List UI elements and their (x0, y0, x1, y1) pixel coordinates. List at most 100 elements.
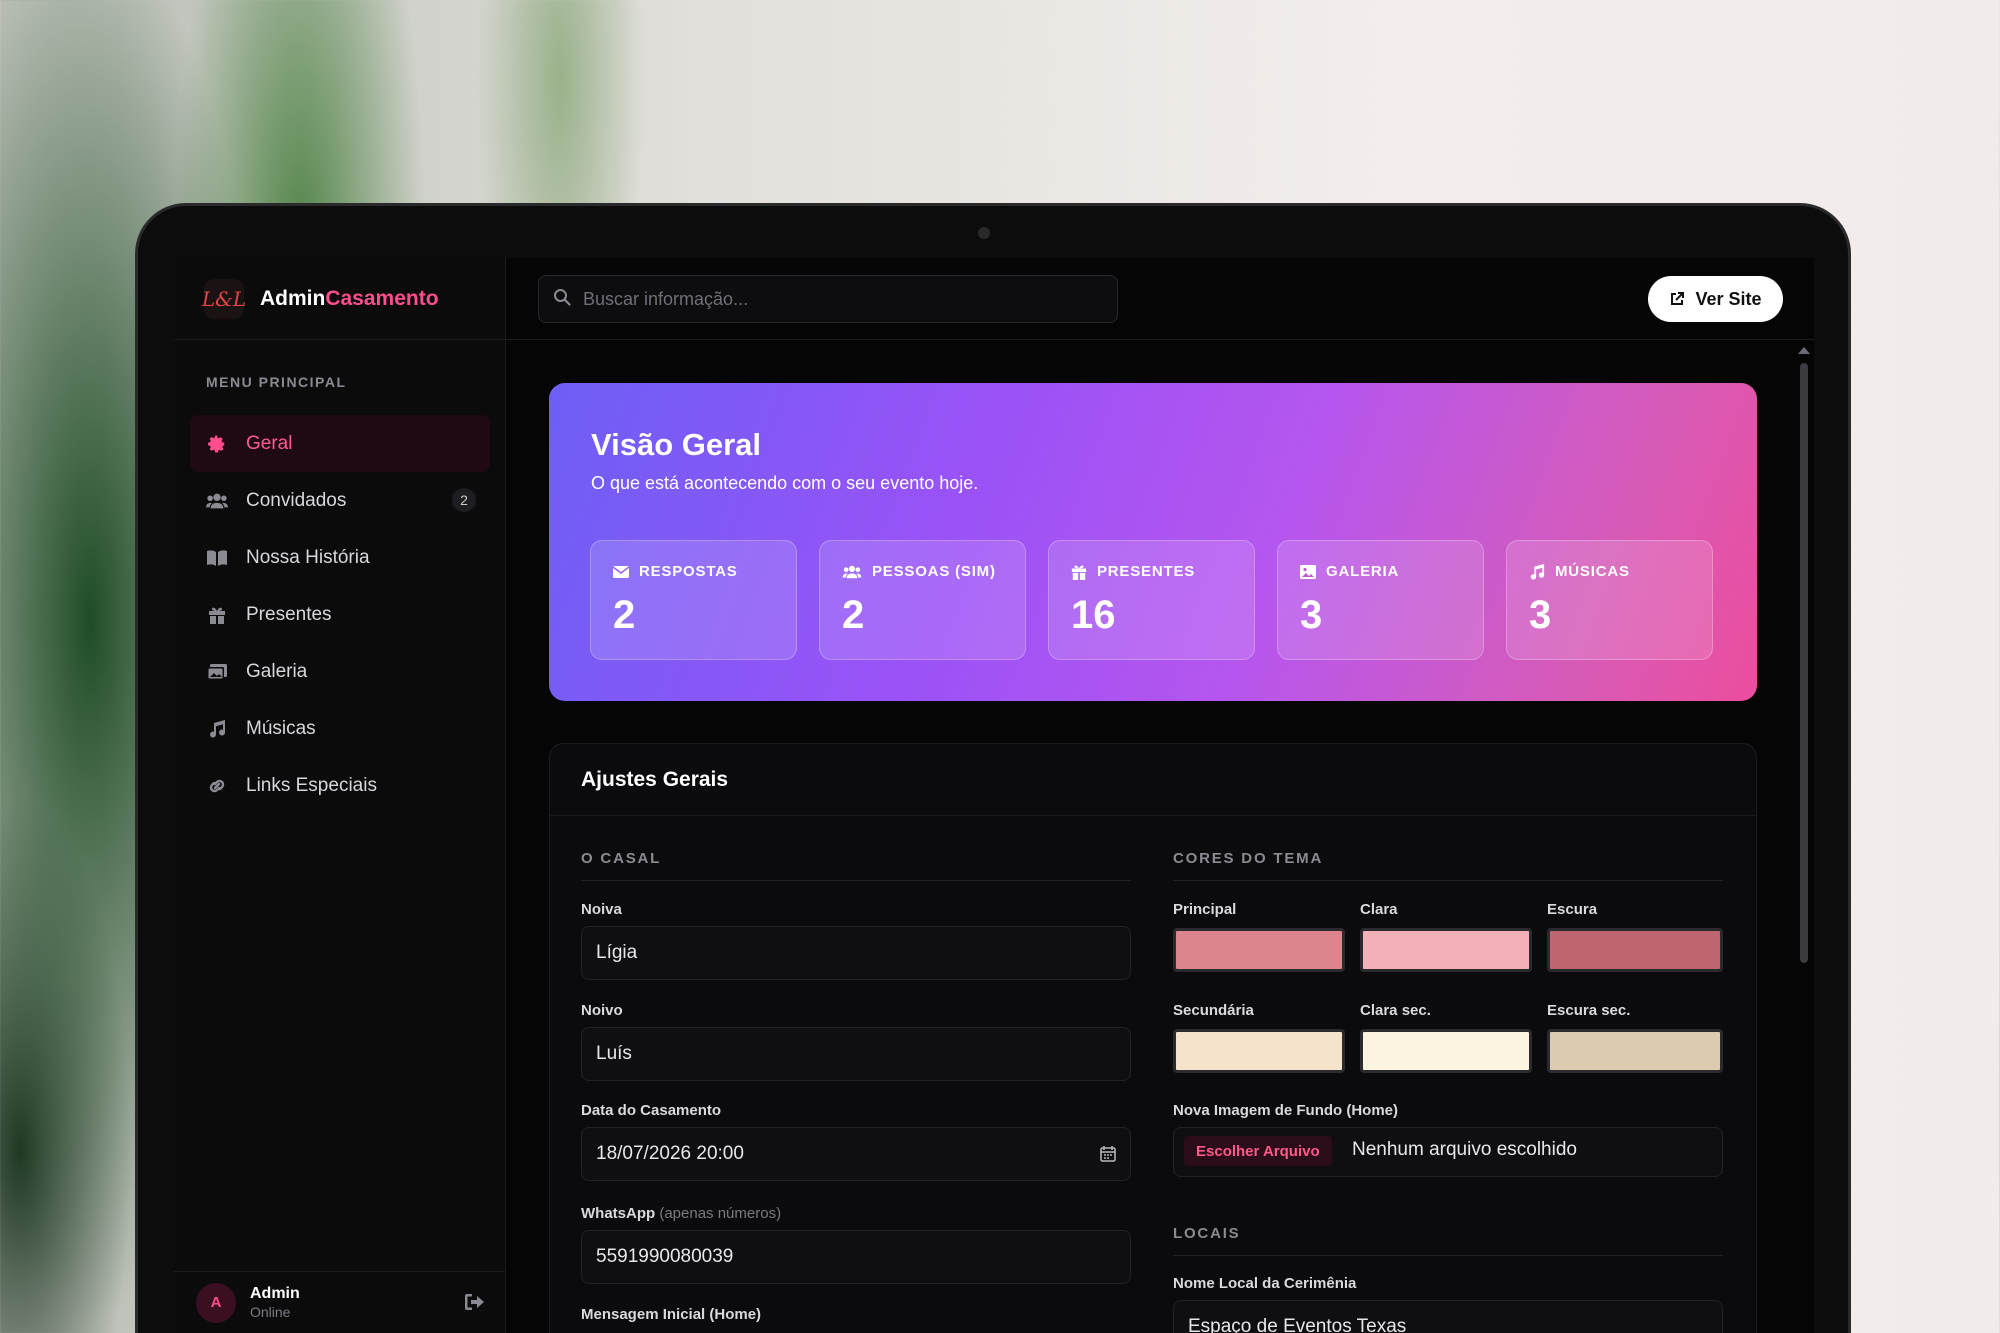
top-header: Ver Site (506, 258, 1814, 340)
noiva-label: Noiva (581, 901, 622, 918)
camera-icon (978, 227, 990, 239)
stat-value: 3 (1300, 593, 1323, 637)
panel-header: Ajustes Gerais (550, 744, 1756, 816)
user-status: Online (250, 1303, 291, 1320)
avatar: A (196, 1282, 236, 1323)
search-input[interactable] (583, 288, 1103, 310)
color-swatch-escura-sec[interactable] (1547, 1029, 1723, 1073)
sidebar-item-convidados[interactable]: Convidados 2 (190, 472, 490, 529)
noiva-value: Lígia (596, 942, 638, 963)
noivo-label: Noivo (581, 1002, 623, 1019)
user-info: Admin Online (250, 1285, 300, 1321)
brand[interactable]: L&L AdminCasamento (174, 258, 506, 340)
stat-label: RESPOSTAS (613, 563, 738, 580)
stat-label-text: GALERIA (1326, 563, 1400, 580)
choose-file-button[interactable]: Escolher Arquivo (1184, 1136, 1332, 1166)
overview-card: Visão Geral O que está acontecendo com o… (549, 383, 1757, 701)
sidebar-nav: Geral Convidados 2 Nossa História Presen… (190, 415, 490, 814)
stat-label-text: PRESENTES (1097, 563, 1196, 580)
stat-label-text: PESSOAS (SIM) (872, 563, 996, 580)
app-screen: L&L AdminCasamento MENU PRINCIPAL Geral … (174, 258, 1814, 1333)
sidebar-item-links-especiais[interactable]: Links Especiais (190, 757, 490, 814)
section-divider (581, 880, 1131, 881)
noivo-field[interactable]: Luís (581, 1027, 1131, 1081)
section-divider (1173, 880, 1723, 881)
whatsapp-label: WhatsApp (apenas números) (581, 1205, 781, 1222)
stat-pessoas[interactable]: PESSOAS (SIM) 2 (819, 540, 1026, 660)
sidebar-item-label: Convidados (246, 489, 347, 511)
ver-site-label: Ver Site (1695, 288, 1762, 309)
color-swatch-principal[interactable] (1173, 928, 1345, 972)
envelope-icon (613, 565, 629, 578)
section-divider (1173, 1255, 1723, 1256)
sidebar-item-label: Músicas (246, 717, 316, 739)
stat-value: 16 (1071, 593, 1116, 637)
local-cerimonia-field[interactable]: Espaço de Eventos Texas (1173, 1300, 1723, 1333)
swatch-label: Secundária (1173, 1002, 1254, 1019)
swatch-label: Escura sec. (1547, 1002, 1631, 1019)
sidebar-item-label: Nossa História (246, 546, 370, 568)
count-badge: 2 (452, 488, 476, 512)
book-icon (206, 547, 228, 569)
overview-title: Visão Geral (591, 427, 762, 462)
section-title-locais: LOCAIS (1173, 1225, 1241, 1242)
color-swatch-clara[interactable] (1360, 928, 1532, 972)
color-swatch-clara-sec[interactable] (1360, 1029, 1532, 1073)
mensagem-label: Mensagem Inicial (Home) (581, 1306, 762, 1323)
sidebar-item-label: Presentes (246, 603, 332, 625)
stat-respostas[interactable]: RESPOSTAS 2 (590, 540, 797, 660)
sidebar: L&L AdminCasamento MENU PRINCIPAL Geral … (174, 258, 506, 1333)
search-bar[interactable] (538, 275, 1118, 323)
user-panel: A Admin Online (174, 1271, 506, 1333)
data-casamento-field[interactable]: 18/07/2026 20:00 (581, 1127, 1131, 1181)
panel-title: Ajustes Gerais (581, 768, 729, 791)
section-title-casal: O CASAL (581, 850, 662, 867)
settings-panel: Ajustes Gerais O CASAL Noiva Lígia Noivo… (549, 743, 1757, 1333)
stat-value: 2 (842, 593, 865, 637)
calendar-icon[interactable] (1100, 1146, 1116, 1168)
data-casamento-value: 18/07/2026 20:00 (596, 1143, 744, 1164)
stat-presentes[interactable]: PRESENTES 16 (1048, 540, 1255, 660)
external-link-icon (1671, 292, 1685, 305)
stat-musicas[interactable]: MÚSICAS 3 (1506, 540, 1713, 660)
color-swatch-secundaria[interactable] (1173, 1029, 1345, 1073)
music-icon (206, 718, 228, 740)
stat-label: MÚSICAS (1529, 563, 1630, 580)
logout-icon[interactable] (464, 1292, 486, 1314)
whatsapp-field[interactable]: 5591990080039 (581, 1230, 1131, 1284)
link-icon (206, 775, 228, 797)
stat-value: 2 (613, 593, 636, 637)
stat-galeria[interactable]: GALERIA 3 (1277, 540, 1484, 660)
scroll-up-arrow[interactable] (1798, 347, 1810, 354)
sidebar-item-geral[interactable]: Geral (190, 415, 490, 472)
sidebar-item-galeria[interactable]: Galeria (190, 643, 490, 700)
search-icon (553, 288, 571, 311)
users-icon (206, 490, 228, 512)
swatch-label: Clara sec. (1360, 1002, 1431, 1019)
swatch-label: Clara (1360, 901, 1398, 918)
noiva-field[interactable]: Lígia (581, 926, 1131, 980)
data-casamento-label: Data do Casamento (581, 1102, 722, 1119)
noivo-value: Luís (596, 1043, 632, 1064)
local-cerimonia-label: Nome Local da Cerimênia (1173, 1275, 1357, 1292)
sidebar-item-nossa-historia[interactable]: Nossa História (190, 529, 490, 586)
swatch-label: Escura (1547, 901, 1598, 918)
swatch-label: Principal (1173, 901, 1237, 918)
brand-name-part2: Casamento (325, 286, 439, 310)
sidebar-item-presentes[interactable]: Presentes (190, 586, 490, 643)
ver-site-button[interactable]: Ver Site (1648, 276, 1783, 322)
stat-label-text: RESPOSTAS (639, 563, 738, 580)
scrollbar-thumb[interactable] (1800, 363, 1808, 963)
menu-title: MENU PRINCIPAL (206, 374, 347, 390)
logo-icon: L&L (202, 278, 246, 319)
user-name: Admin (250, 1284, 300, 1302)
section-title-cores: CORES DO TEMA (1173, 850, 1324, 867)
sidebar-item-musicas[interactable]: Músicas (190, 700, 490, 757)
whatsapp-value: 5591990080039 (596, 1246, 734, 1267)
file-status: Nenhum arquivo escolhido (1352, 1139, 1577, 1160)
file-input[interactable]: Escolher Arquivo Nenhum arquivo escolhid… (1173, 1127, 1723, 1177)
stat-label-text: MÚSICAS (1555, 563, 1630, 580)
whatsapp-label-text: WhatsApp (581, 1205, 656, 1222)
color-swatch-escura[interactable] (1547, 928, 1723, 972)
brand-name: AdminCasamento (260, 287, 439, 311)
